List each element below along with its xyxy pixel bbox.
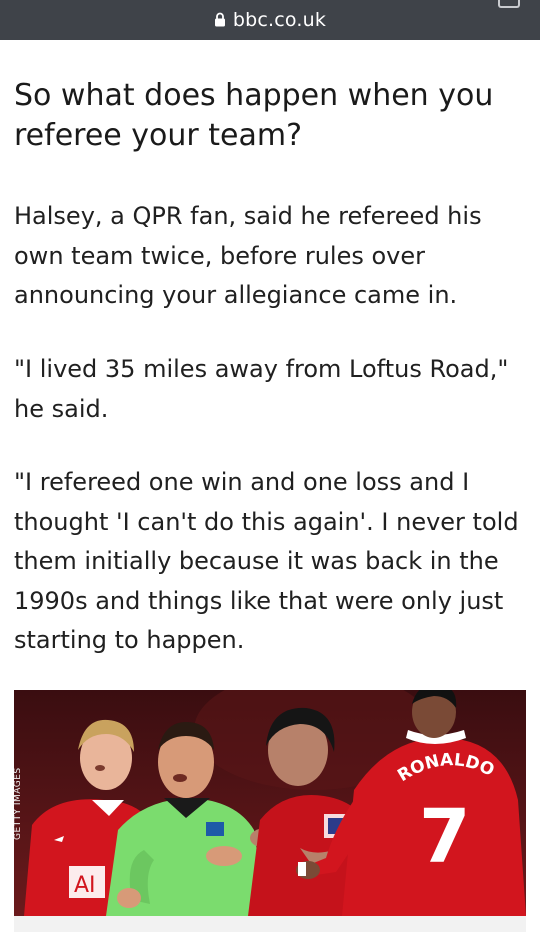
article-paragraph: "I lived 35 miles away from Loftus Road,… bbox=[14, 355, 509, 423]
article-paragraph: "I refereed one win and one loss and I t… bbox=[14, 468, 519, 654]
article-headline: So what does happen when you referee you… bbox=[14, 78, 494, 153]
browser-menu-handle[interactable] bbox=[498, 0, 520, 8]
article-paragraph: Halsey, a QPR fan, said he refereed his … bbox=[14, 202, 482, 309]
lock-icon bbox=[214, 12, 225, 27]
url-text: bbc.co.uk bbox=[232, 9, 327, 31]
shirt-badge-text: AI bbox=[74, 873, 96, 898]
shirt-number-text: 7 bbox=[419, 794, 471, 880]
browser-address-bar[interactable]: bbc.co.uk bbox=[0, 0, 540, 40]
article-photo[interactable]: AI RONALDO 7 GETTY IMAGES bbox=[14, 690, 526, 916]
photo-credit: GETTY IMAGES bbox=[14, 767, 23, 840]
football-photo-illustration: AI RONALDO 7 bbox=[14, 690, 526, 916]
url-display[interactable]: bbc.co.uk bbox=[214, 9, 326, 31]
caption-area bbox=[14, 916, 526, 932]
